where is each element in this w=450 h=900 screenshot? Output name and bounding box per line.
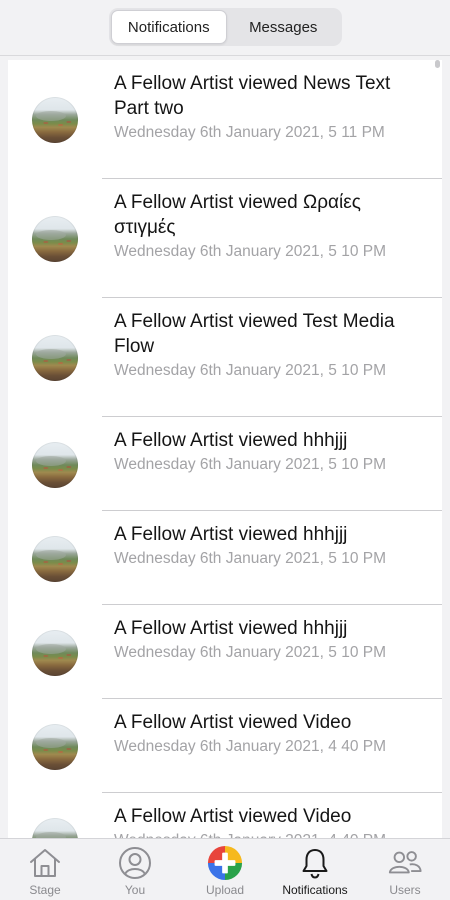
notification-date: Wednesday 6th January 2021, 4 40 PM (114, 830, 402, 838)
bell-icon (297, 845, 333, 881)
notification-date: Wednesday 6th January 2021, 5 10 PM (114, 550, 386, 567)
notification-list[interactable]: A Fellow Artist viewed News Text Part tw… (8, 60, 442, 838)
avatar (32, 216, 78, 262)
notification-date: Wednesday 6th January 2021, 5 10 PM (114, 362, 386, 379)
app-screen: Notifications Messages A Fellow Artist v… (0, 0, 450, 900)
notification-date: Wednesday 6th January 2021, 5 10 PM (114, 456, 386, 473)
bottom-nav: Stage You Upload Notifications Users (0, 838, 450, 900)
notification-date: Wednesday 6th January 2021, 4 40 PM (114, 738, 386, 755)
avatar (32, 724, 78, 770)
notification-title: A Fellow Artist viewed News Text Part tw… (114, 73, 391, 119)
nav-notifications[interactable]: Notifications (270, 839, 360, 900)
list-item[interactable]: A Fellow Artist viewed Video Wednesday 6… (8, 793, 442, 838)
nav-label-upload: Upload (205, 883, 245, 897)
avatar (32, 335, 78, 381)
list-item[interactable]: A Fellow Artist viewed Video Wednesday 6… (8, 699, 442, 793)
nav-label-notifications: Notifications (282, 883, 348, 897)
notification-title: A Fellow Artist viewed Test Media Flow (114, 311, 395, 357)
home-icon (27, 845, 63, 881)
list-item[interactable]: A Fellow Artist viewed hhhjjj Wednesday … (8, 511, 442, 605)
nav-stage[interactable]: Stage (0, 839, 90, 900)
avatar (32, 818, 78, 838)
nav-label-you: You (124, 883, 146, 897)
list-item[interactable]: A Fellow Artist viewed News Text Part tw… (8, 60, 442, 179)
list-item[interactable]: A Fellow Artist viewed Test Media Flow W… (8, 298, 442, 417)
nav-upload[interactable]: Upload (180, 839, 270, 900)
notification-date: Wednesday 6th January 2021, 5 11 PM (114, 124, 385, 141)
user-icon (117, 845, 153, 881)
tab-messages[interactable]: Messages (227, 10, 341, 44)
list-item[interactable]: A Fellow Artist viewed Ωραίες στιγμές We… (8, 179, 442, 298)
notification-title: A Fellow Artist viewed hhhjjj (114, 430, 348, 451)
nav-users[interactable]: Users (360, 839, 450, 900)
nav-label-stage: Stage (29, 883, 61, 897)
notification-date: Wednesday 6th January 2021, 5 10 PM (114, 243, 386, 260)
avatar (32, 536, 78, 582)
notification-title: A Fellow Artist viewed Ωραίες στιγμές (114, 192, 361, 238)
upload-plus-icon (207, 845, 243, 881)
top-bar: Notifications Messages (0, 0, 450, 56)
nav-you[interactable]: You (90, 839, 180, 900)
tab-notifications[interactable]: Notifications (111, 10, 227, 44)
notification-date: Wednesday 6th January 2021, 5 10 PM (114, 644, 386, 661)
avatar (32, 442, 78, 488)
list-item[interactable]: A Fellow Artist viewed hhhjjj Wednesday … (8, 417, 442, 511)
users-icon (387, 845, 423, 881)
notification-title: A Fellow Artist viewed hhhjjj (114, 618, 348, 639)
notification-title: A Fellow Artist viewed Video (114, 712, 352, 733)
nav-label-users: Users (389, 883, 421, 897)
avatar (32, 630, 78, 676)
notification-title: A Fellow Artist viewed hhhjjj (114, 524, 348, 545)
notification-title: A Fellow Artist viewed Video (114, 806, 352, 827)
segmented-control: Notifications Messages (109, 8, 342, 46)
list-item[interactable]: A Fellow Artist viewed hhhjjj Wednesday … (8, 605, 442, 699)
avatar (32, 97, 78, 143)
